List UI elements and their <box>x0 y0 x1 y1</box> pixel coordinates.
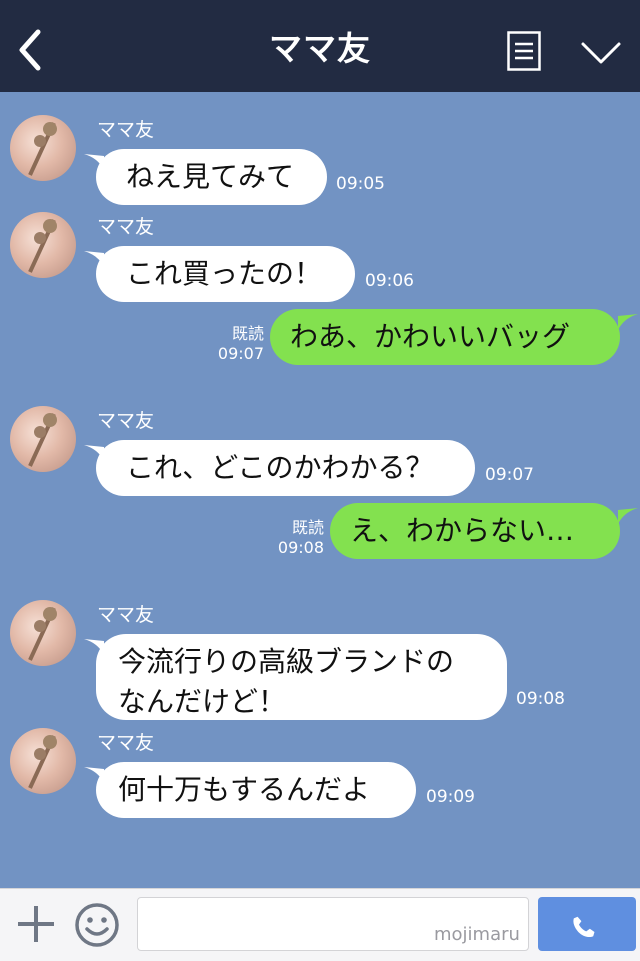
chat-header: ママ友 <box>0 0 640 92</box>
message-line: なんだけど！ <box>118 685 287 718</box>
avatar[interactable] <box>10 728 76 794</box>
sender-name: ママ友 <box>97 216 155 238</box>
chat-area[interactable]: ママ友 ねえ見てみて 09:05 ママ友 これ買ったの！ 09:06 既読 09… <box>0 92 640 888</box>
sender-name: ママ友 <box>97 604 155 626</box>
avatar[interactable] <box>10 600 76 666</box>
bubble-tail <box>618 508 638 524</box>
message-line: 今流行りの高級ブランドの <box>118 645 455 678</box>
message-bubble[interactable]: ねえ見てみて <box>96 149 327 205</box>
message-bubble[interactable]: 何十万もするんだよ <box>96 762 416 818</box>
avatar-image <box>28 122 57 176</box>
sender-name: ママ友 <box>97 732 155 754</box>
message-bubble[interactable]: これ、どこのかわかる？ <box>96 440 475 496</box>
watermark: mojimaru <box>434 924 520 945</box>
chevron-down-icon[interactable] <box>580 38 622 68</box>
smile-icon[interactable] <box>74 902 120 948</box>
avatar[interactable] <box>10 212 76 278</box>
sender-name: ママ友 <box>97 410 155 432</box>
read-label: 既読 <box>231 324 264 343</box>
avatar[interactable] <box>10 406 76 472</box>
my-message-bubble[interactable]: え、わからない… <box>330 503 620 559</box>
sender-name: ママ友 <box>97 119 155 141</box>
bubble-tail <box>618 314 638 330</box>
avatar-image <box>28 219 57 273</box>
message-time: 09:05 <box>336 174 385 194</box>
message-time: 09:08 <box>277 538 324 557</box>
avatar-image <box>28 735 57 789</box>
plus-icon[interactable] <box>16 904 56 944</box>
avatar-image <box>28 413 57 467</box>
message-time: 09:09 <box>426 787 475 807</box>
chat-title: ママ友 <box>269 29 371 68</box>
read-label: 既読 <box>291 518 324 537</box>
phone-icon <box>573 916 595 938</box>
message-bubble[interactable]: これ買ったの！ <box>96 246 355 302</box>
message-time: 09:07 <box>217 344 264 363</box>
message-bubble[interactable]: 今流行りの高級ブランドの なんだけど！ <box>96 634 507 720</box>
message-time: 09:07 <box>485 465 534 485</box>
message-time: 09:08 <box>516 689 565 709</box>
message-time: 09:06 <box>365 271 414 291</box>
avatar-image <box>28 607 57 661</box>
read-receipt: 既読 09:08 <box>260 518 324 558</box>
send-button[interactable] <box>538 897 636 951</box>
my-message-bubble[interactable]: わあ、かわいいバッグ <box>270 309 620 365</box>
read-receipt: 既読 09:07 <box>200 324 264 364</box>
note-menu-icon[interactable] <box>507 31 541 71</box>
avatar[interactable] <box>10 115 76 181</box>
